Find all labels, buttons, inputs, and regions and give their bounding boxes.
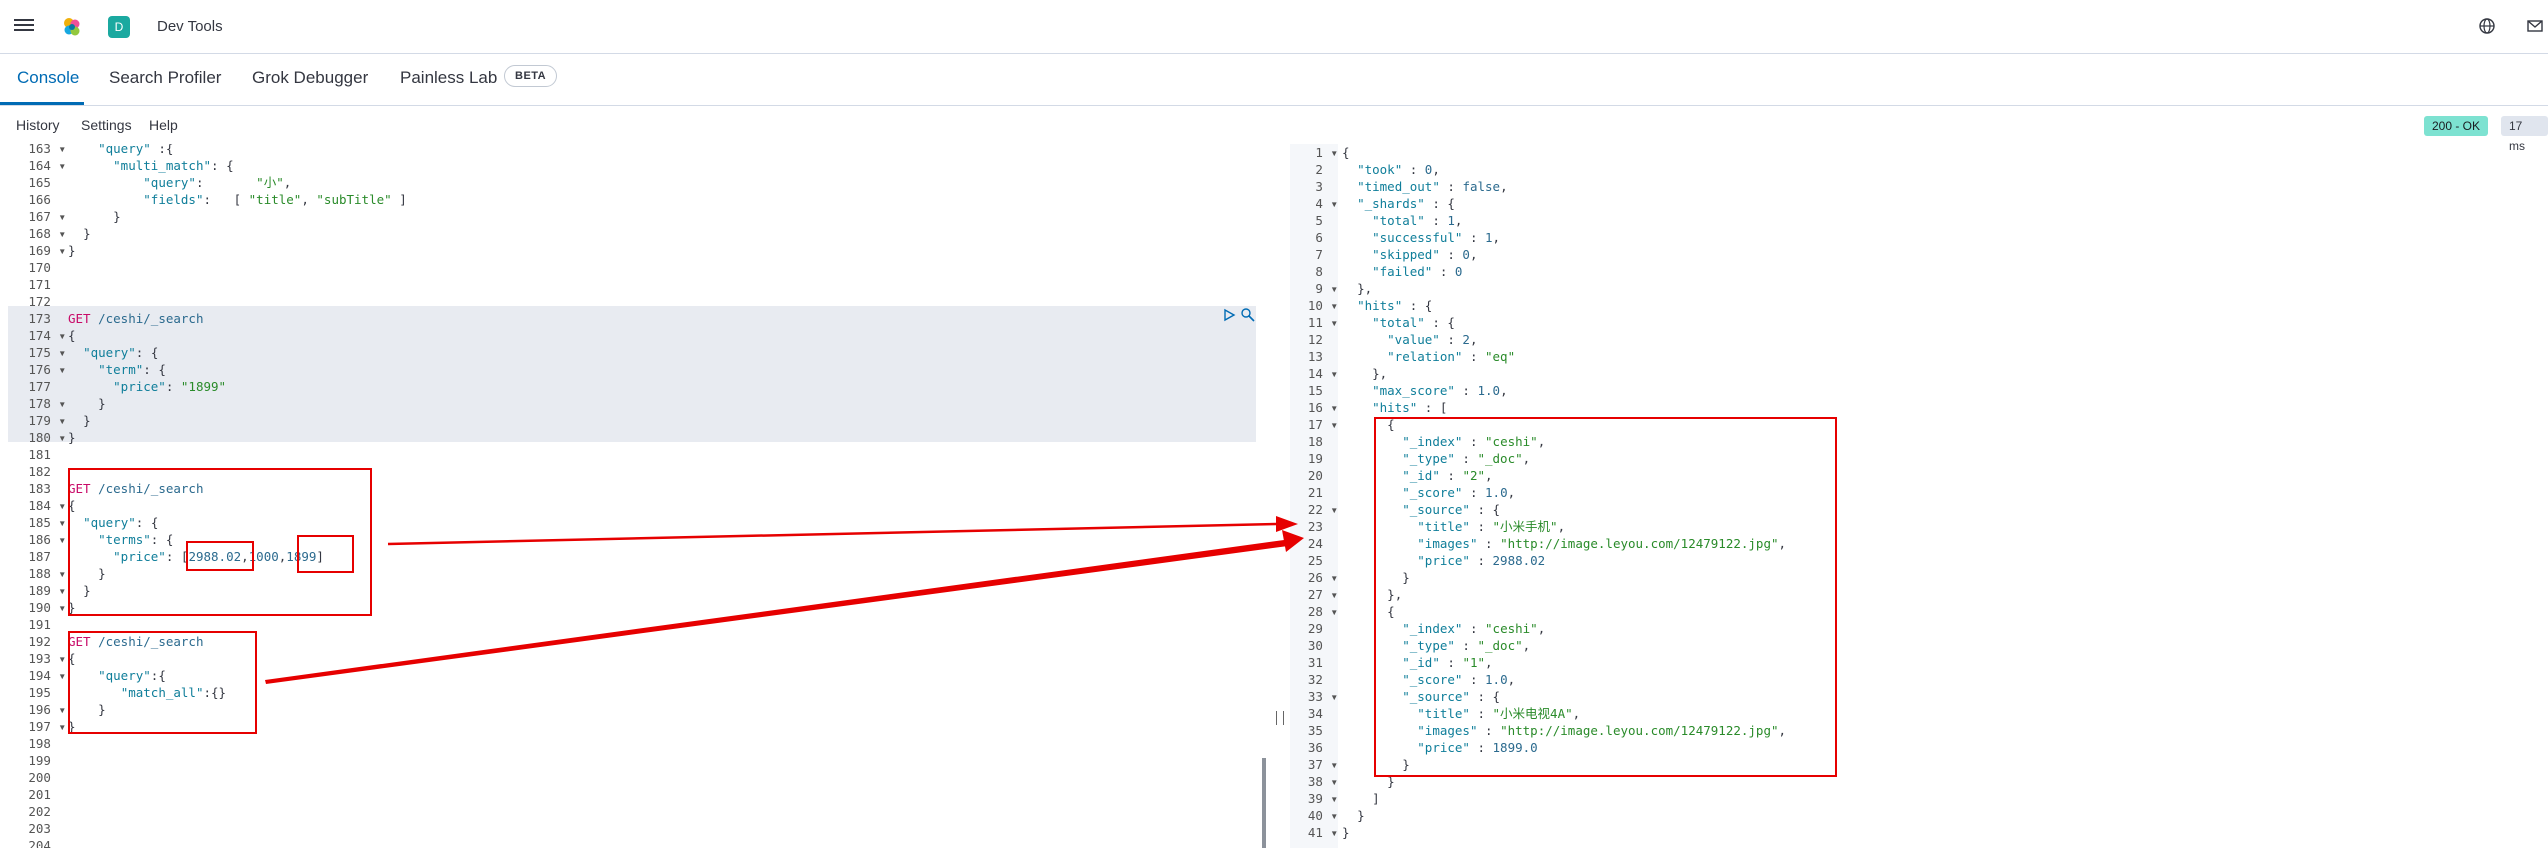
annotation-arrow-lower [265, 540, 1288, 684]
annotation-arrowhead-lower [1282, 530, 1304, 552]
annotation-arrows [265, 516, 1304, 684]
annotation-arrowhead-upper [1276, 516, 1298, 532]
annotation-arrow-upper [387, 522, 1277, 546]
